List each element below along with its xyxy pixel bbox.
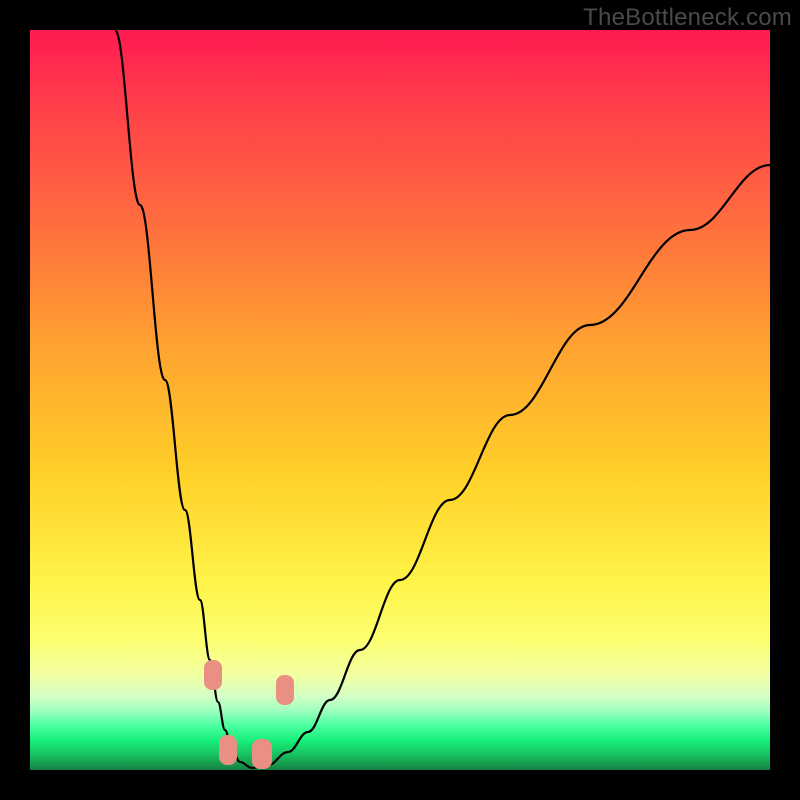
v-curve: [30, 30, 770, 770]
marker-right-lower: [252, 739, 272, 769]
marker-left-lower: [219, 735, 237, 765]
plot-area: [30, 30, 770, 770]
marker-left-upper: [204, 660, 222, 690]
marker-right-upper: [276, 675, 294, 705]
watermark-text: TheBottleneck.com: [583, 4, 792, 32]
